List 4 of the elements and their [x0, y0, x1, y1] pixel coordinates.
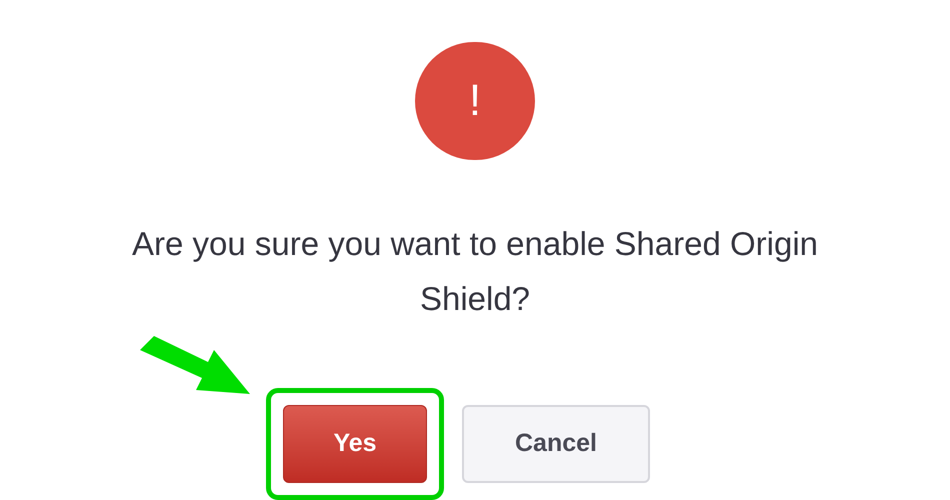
- cancel-button[interactable]: Cancel: [462, 405, 650, 483]
- alert-icon: !: [415, 42, 535, 160]
- confirm-button[interactable]: Yes: [283, 405, 427, 483]
- confirmation-message: Are you sure you want to enable Shared Origin Shield?: [130, 224, 820, 319]
